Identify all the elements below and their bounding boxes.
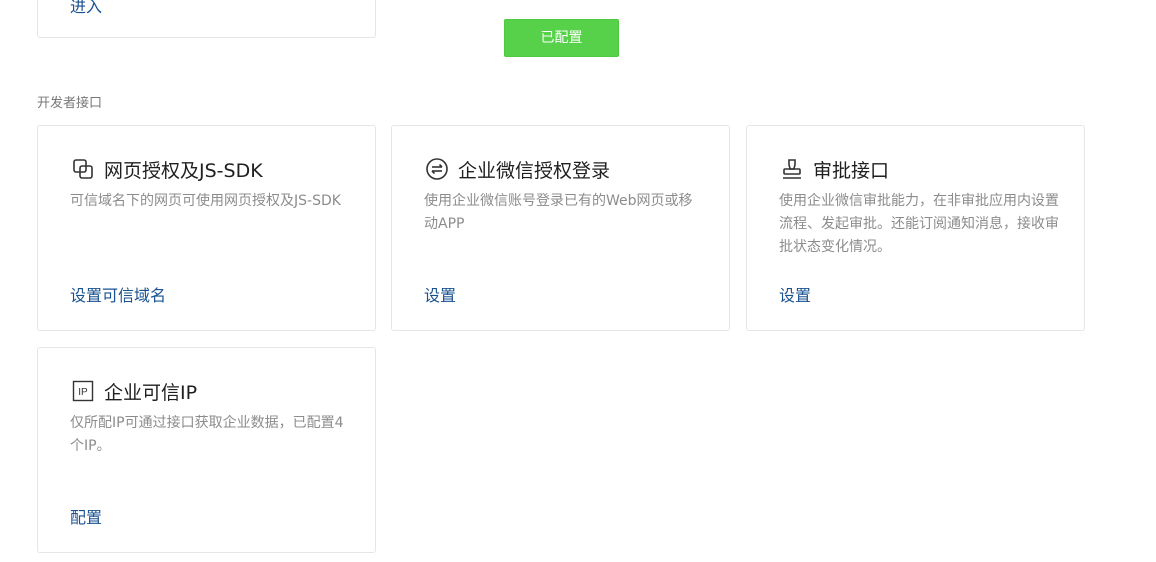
web-auth-icon: [70, 156, 96, 182]
card-description: 仅所配IP可通过接口获取企业数据，已配置4个IP。: [70, 415, 344, 454]
card-header: 网页授权及JS-SDK: [70, 156, 263, 182]
card-description: 使用企业微信账号登录已有的Web网页或移动APP: [424, 193, 693, 232]
card-title: 企业微信授权登录: [458, 159, 611, 182]
page: 进入 已配置 开发者接口 网页授权及JS-SDK 可信域名下的网页可使用网页授权…: [0, 0, 1156, 562]
set-approval-link[interactable]: 设置: [779, 282, 811, 306]
card-header: IP 企业可信IP: [70, 378, 197, 404]
ip-icon: IP: [70, 378, 96, 404]
set-trusted-domain-link[interactable]: 设置可信域名: [70, 282, 166, 306]
card-description: 使用企业微信审批能力，在非审批应用内设置流程、发起审批。还能订阅通知消息，接收审…: [779, 193, 1059, 255]
card-trusted-ip: IP 企业可信IP 仅所配IP可通过接口获取企业数据，已配置4个IP。 配置: [37, 347, 376, 553]
configure-ip-link[interactable]: 配置: [70, 504, 102, 528]
card-header: 企业微信授权登录: [424, 156, 610, 182]
card-title: 企业可信IP: [104, 381, 198, 404]
card-web-auth: 网页授权及JS-SDK 可信域名下的网页可使用网页授权及JS-SDK 设置可信域…: [37, 125, 376, 331]
card-title: 审批接口: [813, 159, 890, 182]
wecom-login-icon: [424, 156, 450, 182]
card-description: 可信域名下的网页可使用网页授权及JS-SDK: [70, 193, 341, 209]
card-header: 审批接口: [779, 156, 889, 182]
enter-link[interactable]: 进入: [70, 0, 102, 17]
stamp-icon: [779, 156, 805, 182]
svg-text:IP: IP: [78, 387, 88, 398]
set-login-link[interactable]: 设置: [424, 282, 456, 306]
card-title: 网页授权及JS-SDK: [104, 159, 263, 182]
card-wecom-login: 企业微信授权登录 使用企业微信账号登录已有的Web网页或移动APP 设置: [391, 125, 730, 331]
previous-card: 进入: [37, 0, 376, 38]
configured-button[interactable]: 已配置: [504, 19, 619, 57]
section-title: 开发者接口: [37, 96, 103, 111]
card-approval: 审批接口 使用企业微信审批能力，在非审批应用内设置流程、发起审批。还能订阅通知消…: [746, 125, 1085, 331]
